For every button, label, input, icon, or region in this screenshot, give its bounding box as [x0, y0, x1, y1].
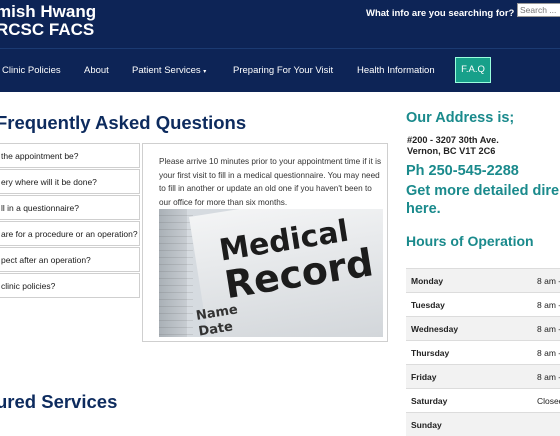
hours-day: Thursday [411, 348, 450, 358]
hours-time: 8 am - [537, 324, 560, 334]
hours-day: Sunday [411, 420, 442, 430]
phone-number[interactable]: Ph 250-545-2288 [406, 163, 519, 179]
hours-time: 8 am - [537, 300, 560, 310]
nav-clinic-policies[interactable]: Clinic Policies [2, 65, 61, 76]
hours-table: Monday 8 am - Tuesday 8 am - Wednesday 8 am… [406, 268, 560, 436]
hours-title: Hours of Operation [406, 233, 534, 249]
faq-question[interactable]: ll in a questionnaire? [0, 195, 140, 220]
hours-time: 8 am - [537, 276, 560, 286]
hours-time: 8 am - [537, 348, 560, 358]
hours-time: 8 am - [537, 372, 560, 382]
address-title: Our Address is; [406, 110, 515, 126]
site-header: mish Hwang RCSC FACS What info are you s… [0, 0, 560, 48]
main-nav: Clinic Policies About Patient Services ▾… [0, 48, 560, 92]
hours-row: Tuesday 8 am - [406, 292, 560, 316]
faq-answer-panel: Please arrive 10 minutes prior to your a… [142, 143, 388, 342]
featured-services-title: ured Services [0, 391, 118, 412]
nav-faq[interactable]: F.A.Q [455, 57, 491, 83]
faq-question[interactable]: ery where will it be done? [0, 169, 140, 194]
faq-question[interactable]: are for a procedure or an operation? [0, 221, 140, 246]
hours-row: Saturday Closed [406, 388, 560, 412]
address-street: #200 - 3207 30th Ave. [407, 135, 499, 145]
brand-name: mish Hwang [0, 2, 97, 21]
nav-patient-services-label: Patient Services [132, 65, 201, 76]
image-form-lines [159, 209, 193, 337]
faq-question[interactable]: pect after an operation? [0, 247, 140, 272]
hours-day: Wednesday [411, 324, 459, 334]
directions-link-line1: Get more detailed dire [406, 183, 560, 199]
image-form-fields: NameDateof [195, 302, 239, 337]
search-label: What info are you searching for? [366, 8, 515, 19]
page-title: Frequently Asked Questions [0, 112, 247, 133]
nav-about[interactable]: About [84, 65, 109, 76]
hours-day: Saturday [411, 396, 448, 406]
directions-link-line2: here. [406, 201, 441, 217]
search-input[interactable] [517, 3, 560, 17]
faq-question[interactable]: the appointment be? [0, 143, 140, 168]
nav-patient-services[interactable]: Patient Services ▾ [132, 65, 206, 76]
medical-record-image: Medical Record NameDateof [159, 209, 383, 337]
hours-row: Friday 8 am - [406, 364, 560, 388]
faq-question-list: the appointment be? ery where will it be… [0, 143, 140, 299]
nav-preparing-visit[interactable]: Preparing For Your Visit [233, 65, 333, 76]
hours-row: Sunday [406, 412, 560, 436]
hours-day: Monday [411, 276, 444, 286]
address-city: Vernon, BC V1T 2C6 [407, 146, 496, 156]
hours-row: Thursday 8 am - [406, 340, 560, 364]
faq-question[interactable]: clinic policies? [0, 273, 140, 298]
hours-day: Friday [411, 372, 437, 382]
hours-row: Wednesday 8 am - [406, 316, 560, 340]
faq-answer-text: Please arrive 10 minutes prior to your a… [159, 157, 382, 207]
hours-time: Closed [537, 396, 560, 406]
directions-link[interactable]: Get more detailed dire here. [406, 182, 560, 218]
chevron-down-icon: ▾ [203, 69, 207, 75]
site-logo[interactable]: mish Hwang RCSC FACS [0, 3, 96, 39]
hours-day: Tuesday [411, 300, 445, 310]
brand-credentials: RCSC FACS [0, 20, 95, 39]
hours-row: Monday 8 am - [406, 268, 560, 292]
nav-health-information[interactable]: Health Information [357, 65, 435, 76]
